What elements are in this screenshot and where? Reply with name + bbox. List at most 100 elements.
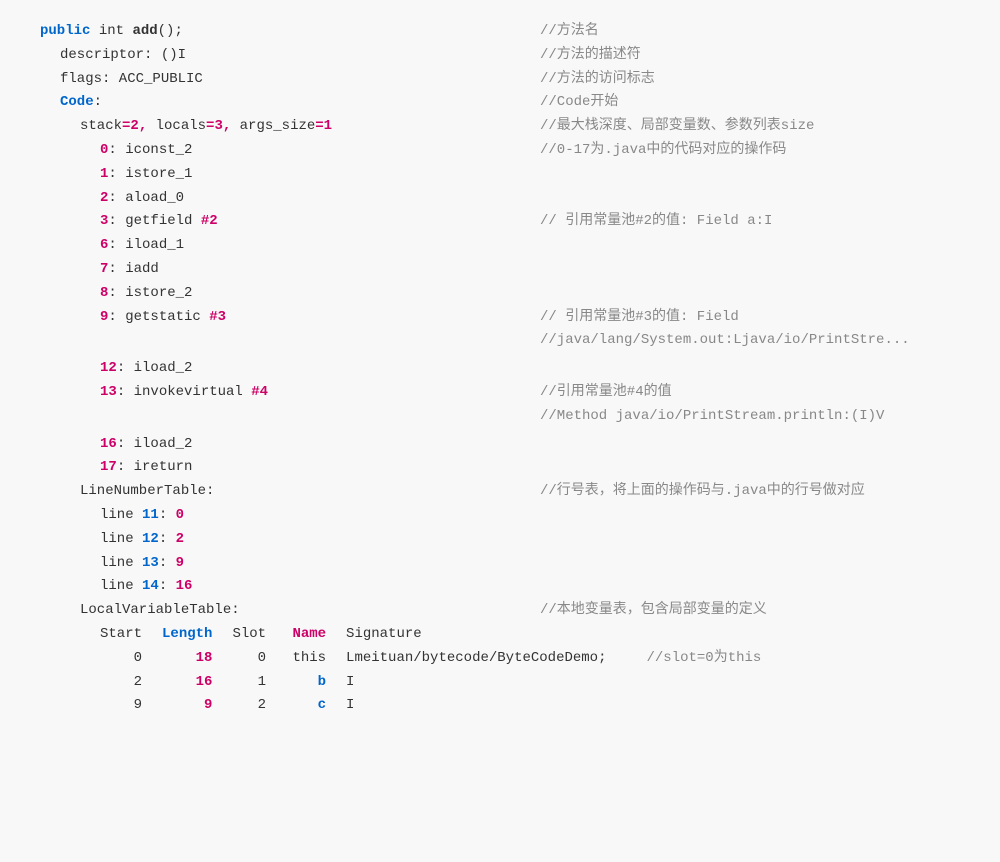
descriptor-line: descriptor: ()I //方法的描述符 (40, 44, 960, 68)
flags-code: flags: ACC_PUBLIC (40, 68, 520, 92)
keyword-int: int (90, 23, 132, 39)
op-13-num: 13 (100, 384, 117, 400)
method-decl-line: public int add(); //方法名 (40, 20, 960, 44)
op-9-ref: #3 (209, 309, 226, 325)
lvt-table-container: Start Length Slot Name Signature 0 18 0 … (40, 623, 960, 718)
method-paren: (); (158, 23, 183, 39)
lvt-header-signature: Signature (346, 623, 626, 647)
flags-line: flags: ACC_PUBLIC //方法的访问标志 (40, 68, 960, 92)
lnt-14-code: line 14: 16 (40, 575, 192, 599)
lvt-header-start: Start (100, 623, 162, 647)
op-3-ref: #2 (201, 213, 218, 229)
lvt-table: Start Length Slot Name Signature 0 18 0 … (100, 623, 761, 718)
lvt-row-this: 0 18 0 this Lmeituan/bytecode/ByteCodeDe… (100, 647, 761, 671)
op-2-code: 2: aload_0 (40, 187, 520, 211)
code-colon: : (94, 94, 102, 110)
lnt-11-code: line 11: 0 (40, 504, 184, 528)
lvt-row-c-sig: I (346, 694, 626, 718)
op-3-instr: : getfield (108, 213, 200, 229)
lnt-14-text: line (100, 578, 142, 594)
lvt-row-c-start: 9 (100, 694, 162, 718)
lnt-13-line: line 13: 9 (40, 552, 960, 576)
op-2-line: 2: aload_0 (40, 187, 960, 211)
lnt-12-code: line 12: 2 (40, 528, 184, 552)
lnt-11-line: line 11: 0 (40, 504, 960, 528)
comment-stack: //最大栈深度、局部变量数、参数列表size (520, 115, 814, 139)
keyword-public: public (40, 23, 90, 39)
lnt-11-colon: : (159, 507, 176, 523)
lnt-13-text: line (100, 555, 142, 571)
code-container: public int add(); //方法名 descriptor: ()I … (20, 10, 980, 728)
op-7-line: 7: iadd (40, 258, 960, 282)
method-decl-code: public int add(); (40, 20, 520, 44)
op-16-code: 16: iload_2 (40, 433, 520, 457)
op-16-num: 16 (100, 436, 117, 452)
lnt-14-colon: : (159, 578, 176, 594)
op-1-line: 1: istore_1 (40, 163, 960, 187)
lnt-12-line: line 12: 2 (40, 528, 960, 552)
lnt-13-colon: : (159, 555, 176, 571)
op-12-line: 12: iload_2 (40, 357, 960, 381)
lnt-11-text: line (100, 507, 142, 523)
lvt-row-this-name: this (286, 647, 346, 671)
lvt-row-this-length: 18 (162, 647, 232, 671)
comment-lvt: //本地变量表，包含局部变量的定义 (520, 599, 767, 623)
args-label: args_size (240, 118, 316, 134)
lvt-row-c-length: 9 (162, 694, 232, 718)
comment-code-start: //Code开始 (520, 91, 618, 115)
op-9-instr: : getstatic (108, 309, 209, 325)
op-13-cont-line: //Method java/io/PrintStream.println:(I)… (40, 405, 960, 429)
op-8-code: 8: istore_2 (40, 282, 520, 306)
lnt-label-line: LineNumberTable: //行号表，将上面的操作码与.java中的行号… (40, 480, 960, 504)
lnt-14-line: line 14: 16 (40, 575, 960, 599)
lvt-row-b-sig: I (346, 671, 626, 695)
op-17-num: 17 (100, 459, 117, 475)
op-8-line: 8: istore_2 (40, 282, 960, 306)
lnt-12-colon: : (159, 531, 176, 547)
comment-op-0: //0-17为.java中的代码对应的操作码 (520, 139, 786, 163)
op-1-code: 1: istore_1 (40, 163, 520, 187)
comment-op-9: // 引用常量池#3的值: Field (520, 306, 739, 330)
op-17-instr: : ireturn (117, 459, 193, 475)
lvt-header-name: Name (286, 623, 346, 647)
op-16-instr: : iload_2 (117, 436, 193, 452)
lvt-row-this-start: 0 (100, 647, 162, 671)
op-12-code: 12: iload_2 (40, 357, 520, 381)
op-16-line: 16: iload_2 (40, 433, 960, 457)
op-1-instr: : istore_1 (108, 166, 192, 182)
lnt-12-num: 12 (142, 531, 159, 547)
locals-label: locals (156, 118, 206, 134)
op-17-line: 17: ireturn (40, 456, 960, 480)
op-9-cont-line: //java/lang/System.out:Ljava/io/PrintStr… (40, 329, 960, 353)
op-13-ref: #4 (251, 384, 268, 400)
lvt-header-length: Length (162, 623, 232, 647)
op-9-line: 9: getstatic #3 // 引用常量池#3的值: Field (40, 306, 960, 330)
op-8-instr: : istore_2 (108, 285, 192, 301)
op-0-code: 0: iconst_2 (40, 139, 520, 163)
code-label-code: Code: (40, 91, 520, 115)
op-13-code: 13: invokevirtual #4 (40, 381, 520, 405)
descriptor-text: descriptor: ()I (60, 47, 186, 63)
lvt-row-c-slot: 2 (232, 694, 286, 718)
comment-op-13: //引用常量池#4的值 (520, 381, 672, 405)
lvt-row-b: 2 16 1 b I (100, 671, 761, 695)
lnt-label-text: LineNumberTable: (80, 483, 214, 499)
op-13-line: 13: invokevirtual #4 //引用常量池#4的值 (40, 381, 960, 405)
args-val: =1 (315, 118, 332, 134)
op-7-instr: : iadd (108, 261, 158, 277)
lvt-row-this-comment: //slot=0为this (627, 647, 762, 671)
lvt-header-slot: Slot (232, 623, 286, 647)
lvt-header-row: Start Length Slot Name Signature (100, 623, 761, 647)
stack-val: =2, (122, 118, 156, 134)
method-add: add (132, 23, 157, 39)
lvt-row-b-name: b (286, 671, 346, 695)
comment-op-9-cont: //java/lang/System.out:Ljava/io/PrintStr… (520, 329, 910, 353)
op-3-line: 3: getfield #2 // 引用常量池#2的值: Field a:I (40, 210, 960, 234)
op-0-instr: : iconst_2 (108, 142, 192, 158)
op-6-line: 6: iload_1 (40, 234, 960, 258)
stack-info-code: stack=2, locals=3, args_size=1 (40, 115, 520, 139)
comment-op-13-cont: //Method java/io/PrintStream.println:(I)… (520, 405, 884, 429)
lvt-label-text: LocalVariableTable: (80, 602, 240, 618)
op-13-instr: : invokevirtual (117, 384, 251, 400)
lvt-row-c: 9 9 2 c I (100, 694, 761, 718)
